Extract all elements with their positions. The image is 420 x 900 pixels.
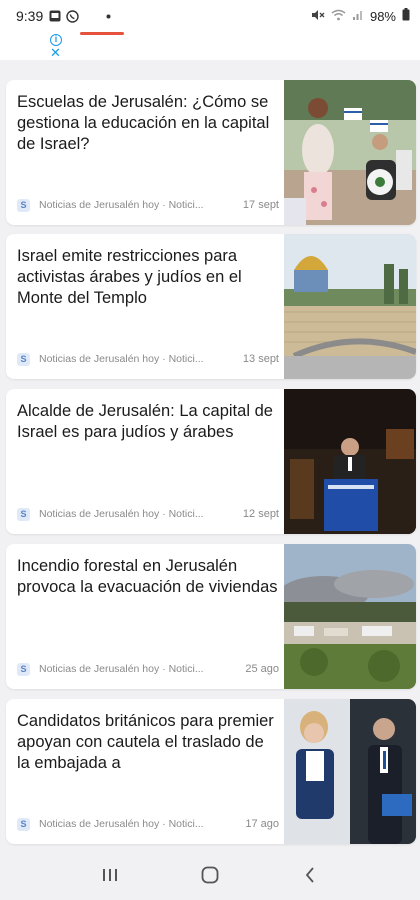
battery-icon — [402, 8, 410, 24]
close-icon[interactable]: ✕ — [50, 46, 61, 59]
article-source: Noticias de Jerusalén hoy · Notici... — [39, 353, 204, 365]
article-title[interactable]: Incendio forestal en Jerusalén provoca l… — [17, 556, 279, 598]
source-icon: S — [17, 198, 30, 212]
article-card[interactable]: Escuelas de Jerusalén: ¿Cómo se gestiona… — [6, 80, 416, 225]
article-thumbnail[interactable] — [284, 234, 416, 379]
article-card[interactable]: Israel emite restricciones para activist… — [6, 234, 416, 379]
article-source: Noticias de Jerusalén hoy · Notici... — [39, 818, 204, 830]
system-nav-bar — [0, 850, 420, 900]
article-title[interactable]: Escuelas de Jerusalén: ¿Cómo se gestiona… — [17, 92, 279, 155]
article-meta: S Noticias de Jerusalén hoy · Notici... … — [17, 661, 279, 677]
source-icon: S — [17, 507, 30, 521]
article-source: Noticias de Jerusalén hoy · Notici... — [39, 663, 204, 675]
article-thumbnail[interactable] — [284, 389, 416, 534]
article-thumbnail[interactable] — [284, 544, 416, 689]
article-date: 12 sept — [242, 508, 279, 520]
status-time: 9:39 — [16, 8, 44, 24]
article-title[interactable]: Alcalde de Jerusalén: La capital de Isra… — [17, 401, 279, 443]
back-icon[interactable] — [290, 860, 330, 890]
article-meta: S Noticias de Jerusalén hoy · Notici... … — [17, 506, 279, 522]
battery-percent: 98% — [369, 8, 396, 24]
signal-icon — [352, 9, 364, 24]
mute-icon — [311, 9, 325, 24]
article-title[interactable]: Israel emite restricciones para activist… — [17, 246, 279, 309]
article-title[interactable]: Candidatos británicos para premier apoya… — [17, 711, 279, 774]
article-source: Noticias de Jerusalén hoy · Notici... — [39, 199, 204, 211]
article-meta: S Noticias de Jerusalén hoy · Notici... … — [17, 816, 279, 832]
recents-icon[interactable] — [90, 860, 130, 890]
home-icon[interactable] — [190, 860, 230, 890]
article-date: 25 ago — [245, 663, 279, 675]
article-date: 17 ago — [245, 818, 279, 830]
article-source: Noticias de Jerusalén hoy · Notici... — [39, 508, 204, 520]
wifi-icon — [331, 9, 346, 24]
whatsapp-icon — [66, 9, 79, 23]
article-thumbnail[interactable] — [284, 699, 416, 844]
article-card[interactable]: Incendio forestal en Jerusalén provoca l… — [6, 544, 416, 689]
article-date: 13 sept — [242, 353, 279, 365]
ad-accent-bar — [80, 32, 124, 35]
article-thumbnail[interactable] — [284, 80, 416, 225]
article-card[interactable]: Alcalde de Jerusalén: La capital de Isra… — [6, 389, 416, 534]
article-date: 17 sept — [242, 199, 279, 211]
source-icon: S — [17, 352, 30, 366]
article-meta: S Noticias de Jerusalén hoy · Notici... … — [17, 351, 279, 367]
article-meta: S Noticias de Jerusalén hoy · Notici... … — [17, 197, 279, 213]
source-icon: S — [17, 662, 30, 676]
source-icon: S — [17, 817, 30, 831]
dot-icon — [106, 14, 111, 19]
status-bar: 9:39 98% — [0, 0, 420, 32]
gallery-icon — [49, 10, 61, 22]
article-card[interactable]: Candidatos británicos para premier apoya… — [6, 699, 416, 844]
ad-banner[interactable]: i ✕ — [0, 32, 420, 60]
